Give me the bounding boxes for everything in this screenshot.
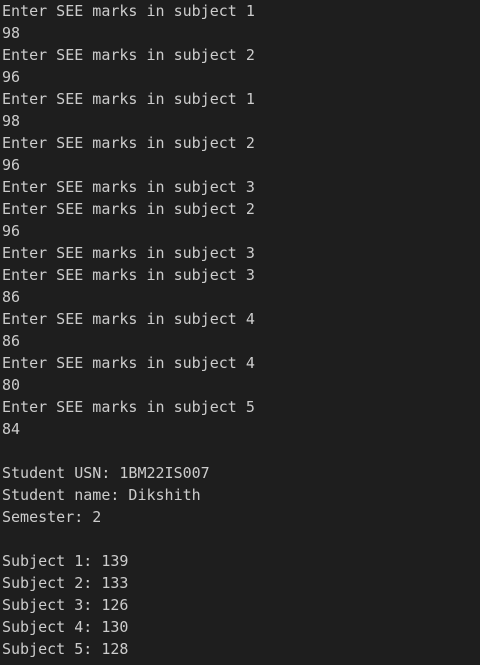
output-line: 98 [2,112,21,130]
output-line: 86 [2,288,21,306]
output-line: Enter SEE marks in subject 2 [2,46,255,64]
subject-result-line: Subject 1: 139 [2,552,129,570]
output-line: 98 [2,24,21,42]
output-line: 80 [2,376,21,394]
output-line: Enter SEE marks in subject 3 [2,178,255,196]
output-line: Enter SEE marks in subject 3 [2,244,255,262]
output-line: Enter SEE marks in subject 4 [2,310,255,328]
subject-result-line: Subject 3: 126 [2,596,129,614]
output-line: 86 [2,332,21,350]
student-usn-line: Student USN: 1BM22IS007 [2,464,210,482]
output-line: 96 [2,68,21,86]
semester-line: Semester: 2 [2,508,102,526]
output-line: Enter SEE marks in subject 4 [2,354,255,372]
output-line: 96 [2,222,21,240]
subject-result-line: Subject 4: 130 [2,618,129,636]
output-line: Enter SEE marks in subject 5 [2,398,255,416]
output-line: Enter SEE marks in subject 1 [2,90,255,108]
subject-result-line: Subject 2: 133 [2,574,129,592]
subject-result-line: Subject 5: 128 [2,640,129,658]
output-line: 96 [2,156,21,174]
output-line: Enter SEE marks in subject 2 [2,134,255,152]
output-line: Enter SEE marks in subject 1 [2,2,255,20]
output-line: 84 [2,420,21,438]
output-line: Enter SEE marks in subject 2 [2,200,255,218]
student-name-line: Student name: Dikshith [2,486,201,504]
output-line: Enter SEE marks in subject 3 [2,266,255,284]
terminal-output[interactable]: Enter SEE marks in subject 1 98 Enter SE… [0,0,480,665]
